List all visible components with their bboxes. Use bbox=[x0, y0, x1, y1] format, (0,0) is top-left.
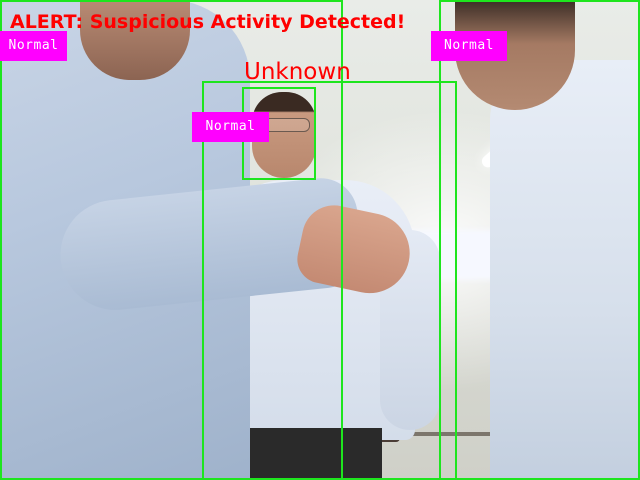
alert-banner: ALERT: Suspicious Activity Detected! bbox=[10, 11, 406, 33]
detection-label-right: Normal bbox=[431, 31, 507, 61]
face-recognition-label: Unknown bbox=[244, 59, 351, 85]
detection-label-left: Normal bbox=[0, 31, 67, 61]
detection-label-center: Normal bbox=[192, 112, 269, 142]
camera-frame: Normal Normal Normal Unknown ALERT: Susp… bbox=[0, 0, 640, 480]
detection-box-right bbox=[439, 0, 640, 480]
